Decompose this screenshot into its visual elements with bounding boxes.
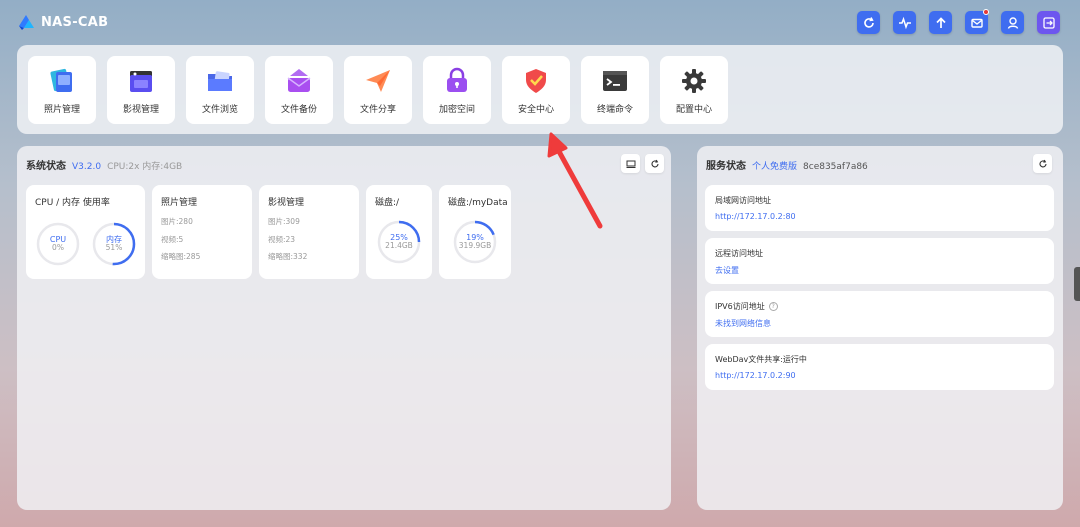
panel-title: 系统状态 <box>26 161 66 172</box>
stat-line: 图片:280 <box>161 217 193 226</box>
notification-dot <box>983 9 989 15</box>
help-icon[interactable]: ? <box>768 302 778 311</box>
service-label: IPV6访问地址 <box>715 302 765 311</box>
side-drawer-handle[interactable] <box>1074 267 1080 301</box>
refresh-icon <box>863 16 874 28</box>
service-label: 远程访问地址 <box>715 249 763 258</box>
backup-icon <box>284 66 314 96</box>
logout-button[interactable] <box>1037 11 1060 34</box>
service-link[interactable]: 去设置 <box>715 265 739 276</box>
video-icon <box>126 66 156 96</box>
cpu-memory-card: CPU / 内存 使用率 CPU 0% 内存 51% <box>26 185 145 279</box>
app-files[interactable]: 文件浏览 <box>186 56 254 124</box>
system-specs: CPU:2x 内存:4GB <box>107 162 183 172</box>
app-label: 文件浏览 <box>201 105 238 115</box>
app-launcher-bar: 照片管理 影视管理 文件浏览 文件备份 文件分享 加密空间 安全中心 终端命令 … <box>17 45 1063 134</box>
remote-address-card: 远程访问地址 去设置 <box>705 238 1054 284</box>
app-photos[interactable]: 照片管理 <box>28 56 96 124</box>
arrow-up-icon <box>935 16 946 28</box>
card-title: 磁盘:/myData <box>448 198 508 208</box>
app-terminal[interactable]: 终端命令 <box>581 56 649 124</box>
stat-line: 缩略图:332 <box>268 252 308 261</box>
cpu-value: 0% <box>52 243 64 253</box>
disk-mydata-card: 磁盘:/myData 19% 319.9GB <box>439 185 511 279</box>
stat-line: 图片:309 <box>268 217 300 226</box>
stat-line: 缩略图:285 <box>161 252 201 261</box>
cpu-gauge: CPU 0% <box>35 221 81 267</box>
disk-size: 319.9GB <box>458 241 492 251</box>
app-share[interactable]: 文件分享 <box>344 56 412 124</box>
device-id: 8ce835af7a86 <box>803 162 868 172</box>
panel-title: 服务状态 <box>706 161 746 172</box>
refresh-button[interactable] <box>857 11 880 34</box>
service-link[interactable]: http://172.17.0.2:80 <box>715 212 796 221</box>
activity-button[interactable] <box>893 11 916 34</box>
edition-label[interactable]: 个人免费版 <box>752 159 797 172</box>
disk-root-card: 磁盘:/ 25% 21.4GB <box>366 185 432 279</box>
photo-stats-card[interactable]: 照片管理 图片:280 视频:5 缩略图:285 <box>152 185 252 279</box>
photos-icon <box>47 66 77 96</box>
app-config[interactable]: 配置中心 <box>660 56 728 124</box>
system-status-panel: 系统状态 V3.2.0 CPU:2x 内存:4GB CPU / 内存 使用率 C… <box>17 146 671 510</box>
app-security[interactable]: 安全中心 <box>502 56 570 124</box>
app-label: 照片管理 <box>43 105 80 115</box>
gear-icon <box>679 66 709 96</box>
folder-icon <box>205 66 235 96</box>
card-title: CPU / 内存 使用率 <box>35 198 110 208</box>
app-backup[interactable]: 文件备份 <box>265 56 333 124</box>
monitor-icon <box>626 160 635 168</box>
mail-button[interactable] <box>965 9 989 34</box>
user-icon <box>1007 16 1018 29</box>
upload-button[interactable] <box>929 11 952 34</box>
app-label: 配置中心 <box>675 105 712 115</box>
ipv6-address-card: IPV6访问地址 ? 未找到网络信息 <box>705 291 1054 337</box>
disk-root-gauge: 25% 21.4GB <box>376 219 422 265</box>
memory-value: 51% <box>105 243 123 253</box>
app-title: NAS-CAB <box>41 14 109 30</box>
video-stats-card[interactable]: 影视管理 图片:309 视频:23 缩略图:332 <box>259 185 359 279</box>
service-link[interactable]: http://172.17.0.2:90 <box>715 371 796 380</box>
refresh-services-button[interactable] <box>1033 154 1052 173</box>
card-title: 照片管理 <box>161 198 198 208</box>
app-encrypted[interactable]: 加密空间 <box>423 56 491 124</box>
app-label: 文件备份 <box>280 105 317 115</box>
app-label: 加密空间 <box>438 105 475 115</box>
service-label: 局域网访问地址 <box>715 196 771 205</box>
pulse-icon <box>898 16 911 29</box>
version-label: V3.2.0 <box>72 162 102 172</box>
service-label-row: IPV6访问地址 ? <box>715 301 778 312</box>
memory-gauge: 内存 51% <box>91 221 137 267</box>
logout-icon <box>1042 16 1055 29</box>
terminal-icon <box>600 66 630 96</box>
refresh-icon <box>650 159 659 167</box>
top-header: NAS-CAB <box>0 0 1080 45</box>
share-plane-icon <box>363 66 393 96</box>
service-status-panel: 服务状态 个人免费版 8ce835af7a86 局域网访问地址 http://1… <box>697 146 1063 510</box>
refresh-status-button[interactable] <box>645 154 664 173</box>
lan-address-card: 局域网访问地址 http://172.17.0.2:80 <box>705 185 1054 231</box>
app-label: 文件分享 <box>359 105 396 115</box>
app-video[interactable]: 影视管理 <box>107 56 175 124</box>
card-title: 磁盘:/ <box>375 198 400 208</box>
monitor-button[interactable] <box>621 154 640 173</box>
logo: NAS-CAB <box>16 12 108 32</box>
stat-line: 视频:5 <box>161 235 184 244</box>
webdav-card: WebDav文件共享:运行中 http://172.17.0.2:90 <box>705 344 1054 390</box>
refresh-icon <box>1038 159 1047 167</box>
app-label: 安全中心 <box>517 105 554 115</box>
app-label: 终端命令 <box>596 105 633 115</box>
service-label: WebDav文件共享:运行中 <box>715 355 807 364</box>
disk-size: 21.4GB <box>385 241 413 251</box>
service-link[interactable]: 未找到网络信息 <box>715 318 771 329</box>
card-title: 影视管理 <box>268 198 305 208</box>
disk-mydata-gauge: 19% 319.9GB <box>452 219 498 265</box>
app-label: 影视管理 <box>122 105 159 115</box>
user-button[interactable] <box>1001 11 1024 34</box>
logo-icon <box>16 12 36 32</box>
mail-icon <box>970 18 983 28</box>
shield-icon <box>521 66 551 96</box>
stat-line: 视频:23 <box>268 235 296 244</box>
lock-icon <box>442 66 472 96</box>
